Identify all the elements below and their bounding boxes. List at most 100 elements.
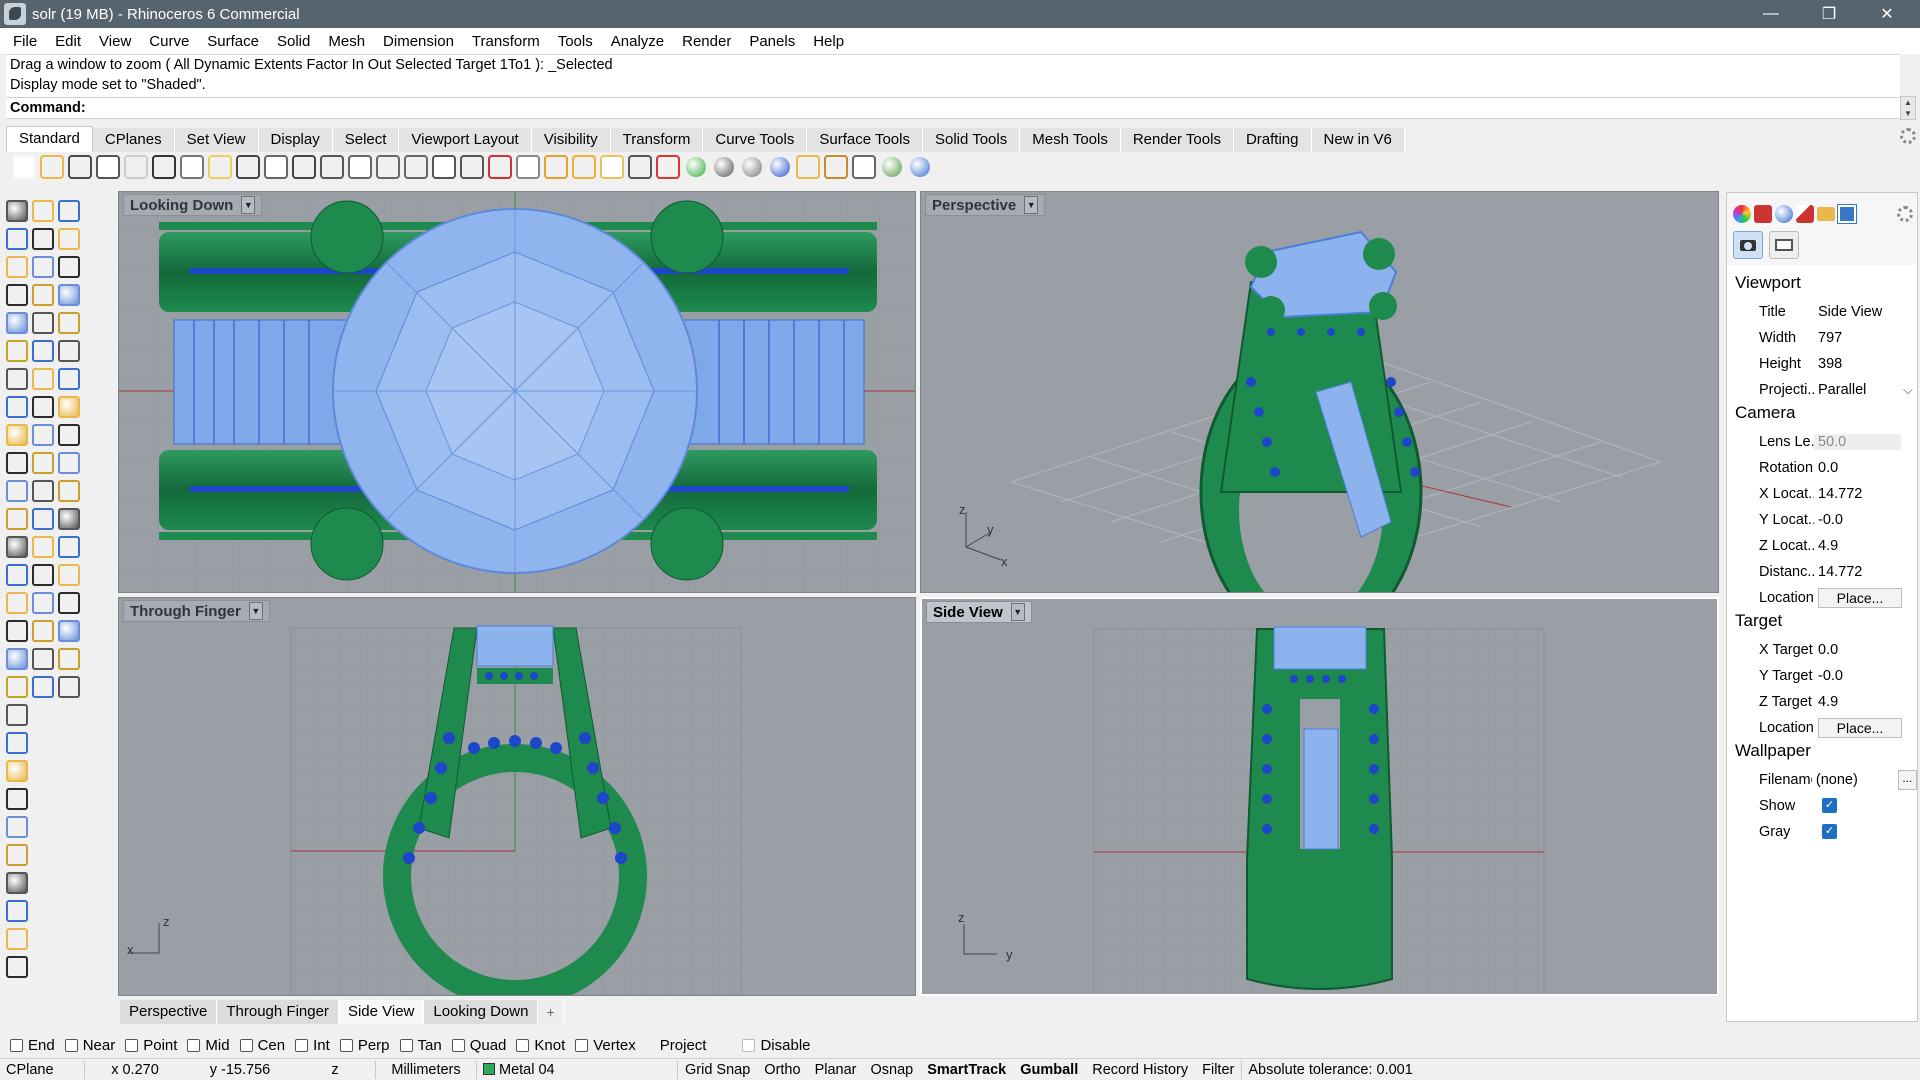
tool-button-icon[interactable]: [58, 284, 80, 306]
tool-button-icon[interactable]: [58, 620, 80, 642]
tool-button-icon[interactable]: [58, 564, 80, 586]
viewport-through-finger[interactable]: z x Through Finger ▼: [118, 597, 916, 996]
osnap-disable[interactable]: Disable: [742, 1037, 811, 1054]
zoom-extents-icon[interactable]: [376, 155, 400, 179]
four-viewports-icon[interactable]: [460, 155, 484, 179]
property-value[interactable]: 14.772: [1814, 564, 1901, 580]
paste-icon[interactable]: [208, 155, 232, 179]
bounding-box-icon[interactable]: [852, 155, 876, 179]
tool-button-icon[interactable]: [58, 256, 80, 278]
tab-visibility[interactable]: Visibility: [531, 128, 611, 152]
tab-display[interactable]: Display: [258, 128, 333, 152]
material-sphere-icon[interactable]: [770, 157, 790, 177]
layer-icon[interactable]: [656, 155, 680, 179]
osnap-near[interactable]: Near: [64, 1037, 115, 1054]
tool-button-icon[interactable]: [58, 676, 80, 698]
viewport-looking-down[interactable]: Looking Down ▼: [118, 191, 916, 593]
layers-tab-icon[interactable]: [1837, 204, 1857, 224]
tool-button-icon[interactable]: [32, 284, 54, 306]
tab-curve-tools[interactable]: Curve Tools: [703, 128, 808, 152]
place-button[interactable]: Place...: [1818, 717, 1902, 738]
tool-button-icon[interactable]: [32, 200, 54, 222]
osnap-checkbox[interactable]: [451, 1038, 465, 1052]
tool-button-icon[interactable]: [6, 424, 28, 446]
osnap-knot[interactable]: Knot: [516, 1037, 565, 1054]
viewport-menu-arrow-icon[interactable]: ▼: [1024, 196, 1039, 214]
tool-button-icon[interactable]: [58, 648, 80, 670]
chevron-down-icon[interactable]: ⌵: [1903, 382, 1913, 398]
tool-button-icon[interactable]: [6, 312, 28, 334]
tool-button-icon[interactable]: [6, 844, 28, 866]
restore-button[interactable]: ❐: [1800, 0, 1858, 28]
units-indicator[interactable]: Millimeters: [376, 1062, 476, 1078]
render-tab-icon[interactable]: [1775, 205, 1793, 223]
zoom-selected-icon[interactable]: [404, 155, 428, 179]
tool-button-icon[interactable]: [32, 312, 54, 334]
brush-tab-icon[interactable]: [1796, 205, 1814, 223]
cut-icon[interactable]: [152, 155, 176, 179]
cplane-indicator[interactable]: CPlane: [0, 1062, 84, 1078]
snapshot-icon[interactable]: [516, 155, 540, 179]
paint-icon[interactable]: [796, 155, 820, 179]
tool-button-icon[interactable]: [58, 452, 80, 474]
wallpaper-view-icon[interactable]: [1769, 231, 1799, 259]
tool-button-icon[interactable]: [32, 508, 54, 530]
menu-transform[interactable]: Transform: [463, 33, 549, 50]
toggle-filter[interactable]: Filter: [1195, 1062, 1241, 1078]
tool-button-icon[interactable]: [58, 200, 80, 222]
camera-icon[interactable]: [1733, 231, 1763, 259]
tool-button-icon[interactable]: [32, 256, 54, 278]
named-cplane-icon[interactable]: [544, 155, 568, 179]
properties-tab-icon[interactable]: [1733, 205, 1751, 223]
menu-surface[interactable]: Surface: [198, 33, 268, 50]
osnap-checkbox[interactable]: [239, 1038, 253, 1052]
tab-select[interactable]: Select: [332, 128, 400, 152]
viewport-menu-arrow-icon[interactable]: ▼: [1010, 603, 1025, 621]
menu-tools[interactable]: Tools: [549, 33, 602, 50]
tool-button-icon[interactable]: [6, 480, 28, 502]
osnap-checkbox[interactable]: [295, 1038, 309, 1052]
panel-gear-icon[interactable]: [1897, 206, 1913, 222]
tool-button-icon[interactable]: [6, 928, 28, 950]
tool-button-icon[interactable]: [6, 956, 28, 978]
tab-surface-tools[interactable]: Surface Tools: [807, 128, 923, 152]
property-value[interactable]: Side View: [1814, 304, 1901, 320]
tool-button-icon[interactable]: [32, 676, 54, 698]
menu-dimension[interactable]: Dimension: [374, 33, 463, 50]
osnap-project[interactable]: Project: [642, 1037, 707, 1054]
osnap-vertex[interactable]: Vertex: [575, 1037, 636, 1054]
property-value[interactable]: 4.9: [1814, 538, 1901, 554]
tab-standard[interactable]: Standard: [6, 126, 93, 152]
current-layer[interactable]: Metal 04: [477, 1062, 677, 1078]
property-value[interactable]: 0.0: [1814, 460, 1901, 476]
property-value[interactable]: (none): [1812, 772, 1896, 788]
menu-mesh[interactable]: Mesh: [319, 33, 374, 50]
vp-tab-side-view[interactable]: Side View: [338, 1000, 425, 1024]
osnap-mid[interactable]: Mid: [187, 1037, 230, 1054]
new-icon[interactable]: [12, 155, 36, 179]
tool-button-icon[interactable]: [6, 396, 28, 418]
toggle-gumball[interactable]: Gumball: [1013, 1062, 1085, 1078]
named-view-icon[interactable]: [572, 155, 596, 179]
tool-button-icon[interactable]: [6, 676, 28, 698]
tool-button-icon[interactable]: [6, 340, 28, 362]
vp-tab-perspective[interactable]: Perspective: [120, 1000, 218, 1024]
menu-analyze[interactable]: Analyze: [602, 33, 673, 50]
osnap-checkbox[interactable]: [339, 1038, 353, 1052]
tool-button-icon[interactable]: [6, 536, 28, 558]
add-viewport-tab-button[interactable]: +: [538, 1000, 564, 1024]
viewport-side-view[interactable]: z y Side View ▼: [920, 597, 1719, 996]
tool-button-icon[interactable]: [6, 620, 28, 642]
print-icon[interactable]: [96, 155, 120, 179]
tab-drafting[interactable]: Drafting: [1233, 128, 1312, 152]
osnap-checkbox[interactable]: [125, 1038, 139, 1052]
tab-mesh-tools[interactable]: Mesh Tools: [1020, 128, 1121, 152]
property-value[interactable]: 797: [1814, 330, 1901, 346]
osnap-checkbox[interactable]: [187, 1038, 201, 1052]
tool-button-icon[interactable]: [32, 480, 54, 502]
tool-button-icon[interactable]: [6, 368, 28, 390]
tool-button-icon[interactable]: [58, 536, 80, 558]
color-wheel-icon[interactable]: [686, 157, 706, 177]
tool-button-icon[interactable]: [58, 592, 80, 614]
toggle-smarttrack[interactable]: SmartTrack: [920, 1062, 1013, 1078]
